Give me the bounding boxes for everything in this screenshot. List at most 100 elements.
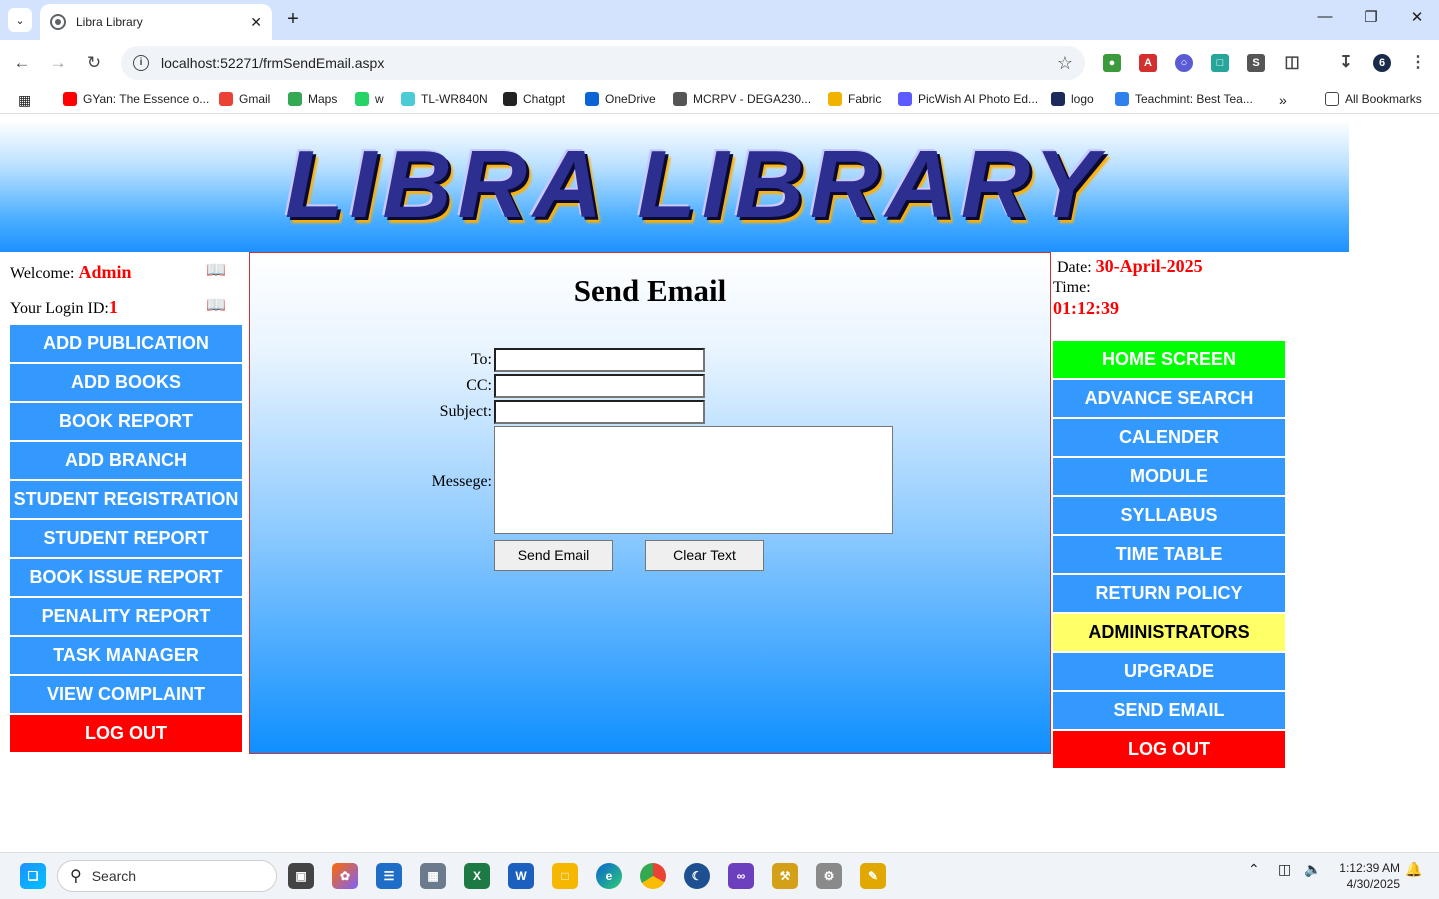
save-extension-icon[interactable]: □	[1211, 54, 1229, 72]
browser-tab[interactable]: Libra Library ✕	[40, 4, 272, 40]
menu-item-add-publication[interactable]: ADD PUBLICATION	[10, 325, 242, 362]
menu-item-module[interactable]: MODULE	[1053, 458, 1285, 495]
bookmark-star-icon[interactable]: ☆	[1057, 53, 1073, 74]
extension-globe-icon[interactable]: ●	[1103, 54, 1121, 72]
bookmark-item[interactable]: Gmail	[219, 92, 270, 106]
pdf-extension-icon[interactable]: A	[1139, 54, 1157, 72]
more-menu-icon[interactable]: ⋮	[1409, 54, 1427, 72]
globe-icon	[50, 14, 66, 30]
reload-icon[interactable]: ↻	[81, 50, 107, 76]
s-extension-icon[interactable]: S	[1247, 54, 1265, 72]
bookmark-item[interactable]: logo	[1051, 92, 1094, 106]
task-view-icon[interactable]: ▣	[288, 863, 314, 889]
menu-item-add-books[interactable]: ADD BOOKS	[10, 364, 242, 401]
restore-icon[interactable]: ❐	[1356, 8, 1386, 26]
admin-menu: ADD PUBLICATION ADD BOOKS BOOK REPORT ADD B…	[10, 325, 242, 752]
windows-start-icon[interactable]: ❏	[20, 863, 46, 889]
tray-overflow-icon[interactable]: ⌃	[1248, 861, 1260, 878]
browser-toolbar: ← → ↻ i localhost:52271/frmSendEmail.asp…	[0, 40, 1439, 86]
calculator-icon[interactable]: ▦	[420, 863, 446, 889]
minimize-icon[interactable]: —	[1310, 8, 1340, 25]
bookmark-item[interactable]: OneDrive	[585, 92, 656, 106]
all-bookmarks[interactable]: All Bookmarks	[1325, 92, 1422, 106]
clear-text-button[interactable]: Clear Text	[645, 540, 764, 571]
network-icon[interactable]: ◫	[1278, 861, 1291, 878]
back-icon[interactable]: ←	[9, 50, 35, 76]
bookmarks-overflow-icon[interactable]: »	[1279, 92, 1287, 108]
address-bar[interactable]: i localhost:52271/frmSendEmail.aspx ☆	[121, 46, 1085, 80]
menu-item-view-complaint[interactable]: VIEW COMPLAINT	[10, 676, 242, 713]
menu-item-student-report[interactable]: STUDENT REPORT	[10, 520, 242, 557]
site-info-icon[interactable]: i	[133, 55, 149, 71]
subject-input[interactable]	[494, 400, 705, 424]
bookmark-favicon-icon	[1115, 92, 1129, 106]
menu-item-log-out[interactable]: LOG OUT	[10, 715, 242, 752]
bookmark-item[interactable]: PicWish AI Photo Ed...	[898, 92, 1038, 106]
chrome-icon[interactable]	[640, 863, 666, 889]
menu-item-task-manager[interactable]: TASK MANAGER	[10, 637, 242, 674]
bookmark-item[interactable]: Chatgpt	[503, 92, 565, 106]
time-value: 01:12:39	[1053, 298, 1119, 318]
bookmark-favicon-icon	[355, 92, 369, 106]
open-book-icon: 📖	[206, 262, 226, 279]
chevron-down-icon: ⌄	[15, 14, 25, 27]
menu-item-return-policy[interactable]: RETURN POLICY	[1053, 575, 1285, 612]
menu-item-book-issue-report[interactable]: BOOK ISSUE REPORT	[10, 559, 242, 596]
menu-item-send-email[interactable]: SEND EMAIL	[1053, 692, 1285, 729]
menu-item-upgrade[interactable]: UPGRADE	[1053, 653, 1285, 690]
menu-item-book-report[interactable]: BOOK REPORT	[10, 403, 242, 440]
cc-input[interactable]	[494, 374, 705, 398]
tool-app-icon[interactable]: ⚒	[772, 863, 798, 889]
to-input[interactable]	[494, 348, 705, 372]
tab-search-button[interactable]: ⌄	[8, 8, 32, 32]
profile-avatar[interactable]: 6	[1373, 54, 1391, 72]
taskbar-search[interactable]: ⚲ Search	[57, 860, 277, 892]
moon-app-icon[interactable]: ☾	[684, 863, 710, 889]
file-explorer-icon[interactable]: □	[552, 863, 578, 889]
taskbar-clock[interactable]: 1:12:39 AM 4/30/2025	[1330, 860, 1400, 892]
pencil-app-icon[interactable]: ✎	[860, 863, 886, 889]
settings-tool-icon[interactable]: ⚙	[816, 863, 842, 889]
bookmark-item[interactable]: w	[355, 92, 384, 106]
site-logo: LIBRA LIBRARY	[285, 131, 1105, 238]
menu-item-add-branch[interactable]: ADD BRANCH	[10, 442, 242, 479]
close-icon[interactable]: ✕	[250, 14, 262, 31]
send-email-button[interactable]: Send Email	[494, 540, 613, 571]
bookmark-item[interactable]: MCRPV - DEGA230...	[673, 92, 811, 106]
bookmark-favicon-icon	[503, 92, 517, 106]
bookmark-item[interactable]: Maps	[288, 92, 337, 106]
download-icon[interactable]: ↧	[1337, 54, 1355, 72]
copilot-icon[interactable]: ✿	[332, 863, 358, 889]
menu-item-student-registration[interactable]: STUDENT REGISTRATION	[10, 481, 242, 518]
send-email-panel: Send Email To: CC: Subject: Messege: Sen…	[249, 252, 1051, 754]
menu-item-administrators[interactable]: ADMINISTRATORS	[1053, 614, 1285, 651]
excel-icon[interactable]: X	[464, 863, 490, 889]
extension-circle-icon[interactable]: ○	[1175, 54, 1193, 72]
folder-icon	[1325, 92, 1339, 106]
puzzle-icon[interactable]: ◫	[1283, 54, 1301, 72]
menu-item-time-table[interactable]: TIME TABLE	[1053, 536, 1285, 573]
bookmark-favicon-icon	[288, 92, 302, 106]
word-icon[interactable]: W	[508, 863, 534, 889]
notification-bell-icon[interactable]: 🔔	[1405, 861, 1422, 878]
menu-item-log-out[interactable]: LOG OUT	[1053, 731, 1285, 768]
edge-icon[interactable]: e	[596, 863, 622, 889]
menu-item-calender[interactable]: CALENDER	[1053, 419, 1285, 456]
menu-item-advance-search[interactable]: ADVANCE SEARCH	[1053, 380, 1285, 417]
window-close-icon[interactable]: ✕	[1402, 8, 1432, 26]
welcome-line: Welcome: Admin 📖	[10, 252, 242, 287]
menu-item-penality-report[interactable]: PENALITY REPORT	[10, 598, 242, 635]
menu-item-home-screen[interactable]: HOME SCREEN	[1053, 341, 1285, 378]
visual-studio-icon[interactable]: ∞	[728, 863, 754, 889]
message-textarea[interactable]	[494, 426, 893, 534]
bookmark-item[interactable]: GYan: The Essence o...	[63, 92, 209, 106]
menu-item-syllabus[interactable]: SYLLABUS	[1053, 497, 1285, 534]
apps-icon[interactable]: ▦	[18, 92, 31, 109]
bookmark-item[interactable]: TL-WR840N	[401, 92, 488, 106]
new-tab-button[interactable]: +	[282, 8, 304, 32]
bookmark-item[interactable]: Teachmint: Best Tea...	[1115, 92, 1253, 106]
volume-icon[interactable]: 🔈	[1304, 861, 1321, 878]
bookmark-item[interactable]: Fabric	[828, 92, 881, 106]
forward-icon[interactable]: →	[45, 50, 71, 76]
notepad-icon[interactable]: ☰	[376, 863, 402, 889]
